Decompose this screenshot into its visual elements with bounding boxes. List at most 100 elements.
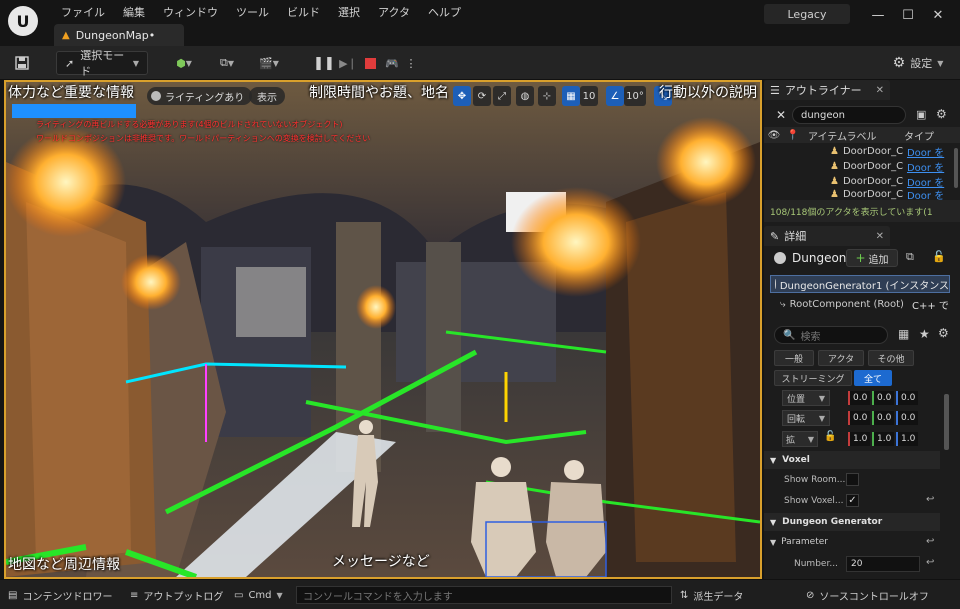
possess-button[interactable]: 🎮 — [382, 51, 402, 75]
reset-to-default-icon[interactable]: ↩ — [926, 536, 934, 547]
select-mode-dropdown[interactable]: ➚ 選択モード ▼ — [56, 49, 148, 78]
tab-dungeon-map[interactable]: ▲ DungeonMap• — [54, 24, 184, 46]
component-instance-row[interactable]: DungeonGenerator1 (インスタンス — [770, 275, 950, 293]
source-control-button[interactable]: ⊘ ソースコントロールオフ — [806, 586, 929, 604]
tab-outliner[interactable]: ☰ アウトライナー ✕ — [764, 80, 890, 100]
scale-dropdown[interactable]: 拡 ▼ — [782, 431, 818, 447]
minimize-icon[interactable]: — — [868, 6, 888, 24]
menu-tools[interactable]: ツール — [227, 5, 278, 21]
angle-snap-value[interactable]: 10° — [624, 86, 646, 106]
root-component-row[interactable]: ⤷ RootComponent (Root) C++ で — [780, 296, 956, 312]
location-z-field[interactable]: 0.0 — [896, 391, 918, 405]
visibility-icon[interactable]: 👁 — [764, 130, 784, 141]
cmd-dropdown[interactable]: ▭ Cmd ▼ — [234, 586, 283, 604]
show-voxel-checkbox[interactable]: ✓ — [846, 494, 859, 507]
item-label-column[interactable]: アイテムラベル — [802, 128, 900, 143]
save-icon[interactable] — [10, 51, 34, 75]
scale-y-field[interactable]: 1.0 — [872, 432, 894, 446]
derived-data-button[interactable]: ⇅ 派生データ — [680, 586, 743, 604]
filter-general[interactable]: 一般 — [774, 350, 814, 366]
scale-z-field[interactable]: 1.0 — [896, 432, 918, 446]
blueprint-icon[interactable]: ⧉ — [906, 250, 924, 266]
gear-icon[interactable]: ⚙ — [936, 107, 947, 121]
type-column[interactable]: タイプ — [900, 128, 934, 143]
favorite-icon[interactable]: ★ — [919, 327, 930, 341]
reset-to-default-icon[interactable]: ↩ — [926, 494, 934, 505]
stop-button[interactable] — [360, 51, 380, 75]
section-voxel[interactable]: ▼ Voxel — [764, 451, 940, 469]
angle-snap-icon[interactable]: ∠ — [606, 86, 624, 106]
cinematics-button[interactable]: 🎬 ▼ — [252, 51, 286, 75]
list-item[interactable]: ♟ DoorDoor_C Door を — [830, 188, 944, 201]
menu-select[interactable]: 選択 — [329, 5, 369, 21]
filter-actor[interactable]: アクタ — [818, 350, 864, 366]
filter-all[interactable]: 全て — [854, 370, 892, 386]
add-component-button[interactable]: + 追加 — [846, 249, 898, 267]
rotate-icon[interactable]: ⟳ — [473, 86, 491, 106]
filter-other[interactable]: その他 — [868, 350, 914, 366]
add-folder-icon[interactable]: ▣ — [916, 108, 926, 121]
menu-help[interactable]: ヘルプ — [419, 5, 470, 21]
gear-icon[interactable]: ⚙ — [938, 326, 949, 340]
row-type-link[interactable]: Door を — [907, 174, 944, 189]
scale-icon[interactable]: ⤢ — [493, 86, 511, 106]
add-content-button[interactable]: ⬢ ▼ — [168, 51, 200, 75]
grid-snap-value[interactable]: 10 — [580, 86, 598, 106]
settings-button[interactable]: ⚙ 設定 ▼ — [890, 51, 946, 75]
unreal-logo-icon[interactable]: U — [8, 6, 38, 36]
translate-icon[interactable]: ✥ — [453, 86, 471, 106]
details-scrollbar[interactable] — [944, 394, 949, 450]
cpp-link[interactable]: C++ で — [912, 297, 949, 312]
tab-details[interactable]: ✎ 詳細 ✕ — [764, 226, 890, 246]
location-x-field[interactable]: 0.0 — [848, 391, 870, 405]
content-drawer-button[interactable]: ▤ コンテンツドロワー — [8, 586, 112, 604]
row-type-link[interactable]: Door を — [907, 159, 944, 174]
show-button[interactable]: 表示 — [249, 87, 285, 105]
show-room-checkbox[interactable] — [846, 473, 859, 486]
output-log-button[interactable]: ≡ アウトプットログ — [130, 586, 223, 604]
pause-button[interactable]: ❚❚ — [313, 51, 335, 75]
table-view-icon[interactable]: ▦ — [898, 327, 909, 341]
menu-edit[interactable]: 編集 — [114, 5, 154, 21]
dungeon-scene[interactable] — [6, 82, 760, 577]
step-button[interactable]: ▶❘ — [338, 51, 358, 75]
outliner-scrollbar[interactable] — [954, 148, 958, 188]
console-command-input[interactable]: コンソールコマンドを入力します — [296, 586, 672, 604]
close-icon[interactable]: ✕ — [928, 6, 948, 24]
blueprint-button[interactable]: ⧉ ▼ — [210, 51, 244, 75]
clear-search-icon[interactable]: ✕ — [776, 108, 786, 122]
rotation-y-field[interactable]: 0.0 — [872, 411, 894, 425]
location-dropdown[interactable]: 位置 ▼ — [782, 390, 830, 406]
outliner-search-input[interactable]: dungeon — [792, 106, 906, 124]
rotation-x-field[interactable]: 0.0 — [848, 411, 870, 425]
close-icon[interactable]: ✕ — [876, 85, 884, 96]
level-viewport[interactable]: ライティングあり 表示 ✥ ⟳ ⤢ ◍ ⊹ ▦ 10 ∠ 10° ⤡ 体力など重… — [4, 80, 762, 579]
row-type-link[interactable]: Door を — [907, 188, 944, 201]
details-search-input[interactable]: 🔍 検索 — [774, 326, 888, 344]
parameter-group[interactable]: ▼ Parameter — [770, 537, 828, 547]
rotation-dropdown[interactable]: 回転 ▼ — [782, 410, 830, 426]
location-y-field[interactable]: 0.0 — [872, 391, 894, 405]
menu-actor[interactable]: アクタ — [369, 5, 419, 21]
reset-to-default-icon[interactable]: ↩ — [926, 557, 934, 568]
surface-snap-icon[interactable]: ⊹ — [538, 86, 556, 106]
list-item[interactable]: ♟ DoorDoor_C Door を — [830, 174, 944, 189]
section-dungeon-generator[interactable]: ▼ Dungeon Generator — [764, 513, 940, 531]
lock-icon[interactable]: 🔓 — [932, 250, 946, 263]
menu-build[interactable]: ビルド — [278, 5, 329, 21]
lighting-mode-button[interactable]: ライティングあり — [147, 87, 253, 105]
menu-window[interactable]: ウィンドウ — [154, 5, 227, 21]
legacy-button[interactable]: Legacy — [764, 4, 850, 24]
more-options-icon[interactable]: ⋮ — [405, 51, 417, 75]
list-item[interactable]: ♟ DoorDoor_C Door を — [830, 144, 944, 159]
maximize-icon[interactable]: ☐ — [898, 6, 918, 24]
grid-snap-icon[interactable]: ▦ — [562, 86, 580, 106]
world-space-icon[interactable]: ◍ — [516, 86, 534, 106]
list-item[interactable]: ♟ DoorDoor_C Door を — [830, 159, 944, 174]
pin-icon[interactable]: 📍 — [784, 130, 802, 141]
row-type-link[interactable]: Door を — [907, 144, 944, 159]
close-icon[interactable]: ✕ — [876, 231, 884, 242]
rotation-z-field[interactable]: 0.0 — [896, 411, 918, 425]
filter-streaming[interactable]: ストリーミング — [774, 370, 852, 386]
menu-file[interactable]: ファイル — [52, 5, 114, 21]
